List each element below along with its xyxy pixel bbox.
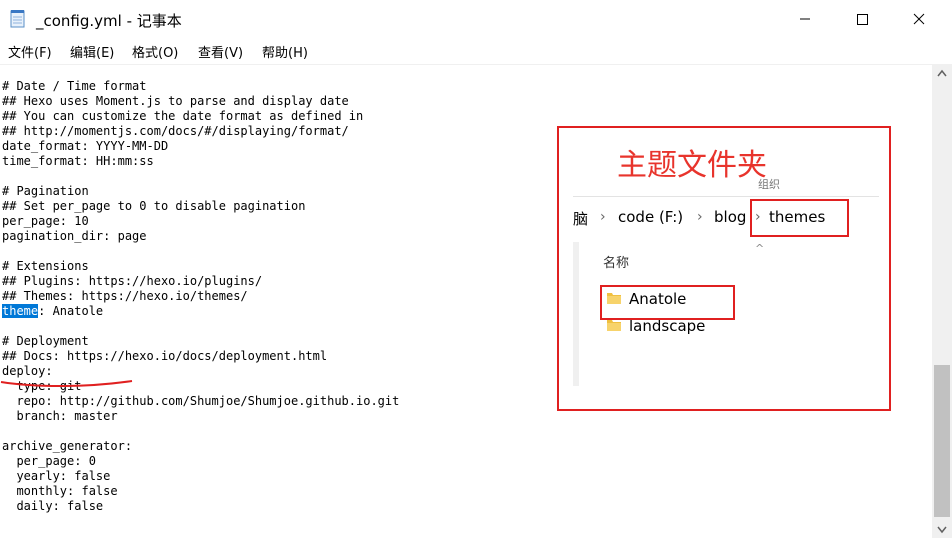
editor-line: per_page: 10 (2, 214, 89, 228)
scroll-down-arrow-icon[interactable] (932, 521, 952, 538)
editor-text: # Date / Time format ## Hexo uses Moment.… (2, 79, 399, 514)
editor-line: monthly: false (2, 484, 118, 498)
minimize-button[interactable] (782, 0, 828, 38)
breadcrumb: 脑 › code (F:) › blog › themes (573, 208, 825, 232)
maximize-button[interactable] (839, 0, 885, 38)
breadcrumb-item-drive[interactable]: code (F:) (618, 208, 683, 226)
scrollbar-thumb[interactable] (934, 365, 950, 517)
editor-line: yearly: false (2, 469, 111, 483)
annotation-title: 主题文件夹 (617, 148, 767, 183)
breadcrumb-item-blog[interactable]: blog (714, 208, 746, 226)
menu-view[interactable]: 查看(V) (198, 42, 243, 61)
menu-file[interactable]: 文件(F) (8, 42, 52, 61)
close-icon (913, 13, 925, 25)
editor-line: # Pagination (2, 184, 89, 198)
editor-line: ## http://momentjs.com/docs/#/displaying… (2, 124, 349, 138)
editor-line: ## You can customize the date format as … (2, 109, 364, 123)
editor-line: date_format: YYYY-MM-DD (2, 139, 169, 153)
explorer-toolbar-label: 组织 (758, 178, 780, 191)
editor-line: # Deployment (2, 334, 89, 348)
editor-line-theme: theme: Anatole (2, 304, 399, 319)
themes-highlight-box (750, 199, 849, 237)
editor-line: ## Themes: https://hexo.io/themes/ (2, 289, 248, 303)
selected-text[interactable]: theme (2, 304, 39, 318)
chevron-right-icon: › (600, 209, 606, 225)
menu-bar: 文件(F) 编辑(E) 格式(O) 查看(V) 帮助(H) (0, 38, 952, 65)
folder-item-landscape[interactable]: landscape (607, 317, 705, 337)
editor-line: pagination_dir: page (2, 229, 147, 243)
close-button[interactable] (896, 0, 942, 38)
window-title: _config.yml - 记事本 (36, 12, 182, 30)
explorer-toolbar-fragment: 组织 (573, 178, 879, 197)
editor-line: ## Plugins: https://hexo.io/plugins/ (2, 274, 263, 288)
editor-line: # Extensions (2, 259, 89, 273)
menu-help[interactable]: 帮助(H) (262, 42, 308, 61)
vertical-scrollbar[interactable] (932, 65, 952, 538)
editor-line: repo: http://github.com/Shumjoe/Shumjoe.… (2, 394, 400, 408)
editor-line: per_page: 0 (2, 454, 96, 468)
editor-line: archive_generator: (2, 439, 133, 453)
editor-line: time_format: HH:mm:ss (2, 154, 154, 168)
annotation-box: 主题文件夹 组织 脑 › code (F:) › blog › themes ^… (557, 126, 891, 411)
anatole-highlight-box (600, 285, 735, 320)
sort-chevron-up-icon: ^ (755, 242, 765, 255)
scroll-up-arrow-icon[interactable] (932, 65, 952, 82)
folder-icon (607, 320, 621, 331)
editor-line: ## Docs: https://hexo.io/docs/deployment… (2, 349, 328, 363)
maximize-icon (857, 14, 868, 25)
minimize-icon (800, 18, 810, 20)
menu-format[interactable]: 格式(O) (132, 42, 178, 61)
breadcrumb-item-computer[interactable]: 脑 (573, 208, 588, 229)
editor-line: ## Hexo uses Moment.js to parse and disp… (2, 94, 349, 108)
menu-edit[interactable]: 编辑(E) (70, 42, 114, 61)
theme-value: : Anatole (38, 304, 104, 318)
editor-line: branch: master (2, 409, 118, 423)
title-bar: _config.yml - 记事本 (0, 0, 952, 38)
editor-line: ## Set per_page to 0 to disable paginati… (2, 199, 306, 213)
nav-pane-edge (573, 242, 579, 386)
chevron-right-icon: › (697, 209, 703, 225)
red-underline-annotation (0, 380, 133, 387)
column-header-name[interactable]: 名称 (603, 252, 629, 271)
notepad-icon (10, 10, 25, 28)
editor-line: # Date / Time format (2, 79, 147, 93)
editor-line: daily: false (2, 499, 104, 513)
text-editor[interactable]: # Date / Time format ## Hexo uses Moment.… (0, 65, 932, 538)
editor-line: deploy: (2, 364, 53, 378)
